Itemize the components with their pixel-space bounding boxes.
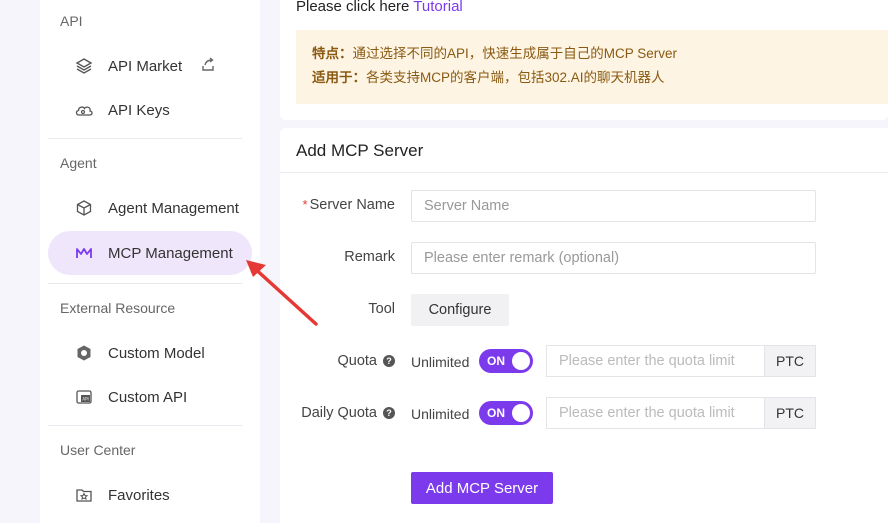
help-icon[interactable]: ? [383, 355, 395, 367]
section-title-agent: Agent [60, 155, 97, 171]
required-mark: * [302, 197, 308, 212]
notice-label: 适用于： [312, 70, 366, 85]
model-icon [74, 343, 94, 363]
api-icon: API [74, 387, 94, 407]
unlimited-label: Unlimited [411, 354, 470, 370]
layers-icon [74, 56, 94, 76]
sidebar-item-label: Custom Model [108, 344, 205, 362]
sidebar-item-label: Custom API [108, 388, 188, 406]
star-folder-icon [74, 485, 94, 505]
notice-text: 通过选择不同的API，快速生成属于自己的MCP Server [352, 46, 678, 61]
notice-label: 特点： [312, 46, 353, 61]
mcp-logo-icon [74, 243, 94, 263]
toggle-knob [512, 352, 530, 370]
daily-quota-unit: PTC [764, 397, 816, 429]
label-text: Daily Quota [301, 405, 377, 421]
daily-quota-input[interactable]: Please enter the quota limit [546, 397, 764, 429]
sidebar: API API Market API Keys Agent Agent Mana… [40, 0, 260, 523]
toggle-text: ON [487, 354, 505, 368]
quota-unit: PTC [764, 345, 816, 377]
share-icon[interactable] [200, 56, 216, 76]
form-title: Add MCP Server [296, 141, 424, 160]
sidebar-item-api-keys[interactable]: API Keys [48, 88, 252, 132]
divider [48, 138, 242, 139]
cube-icon [74, 198, 94, 218]
section-title-api: API [60, 13, 83, 29]
help-icon[interactable]: ? [383, 407, 395, 419]
label-text: Quota [337, 353, 378, 369]
section-title-user-center: User Center [60, 442, 136, 458]
notice-box: 特点：通过选择不同的API，快速生成属于自己的MCP Server 适用于：各类… [296, 30, 888, 104]
sidebar-item-agent-management[interactable]: Agent Management [48, 186, 252, 230]
remark-input[interactable]: Please enter remark (optional) [411, 242, 816, 274]
toggle-text: ON [487, 406, 505, 420]
quota-input[interactable]: Please enter the quota limit [546, 345, 764, 377]
divider [48, 283, 242, 284]
svg-text:API: API [82, 397, 88, 402]
sidebar-item-custom-model[interactable]: Custom Model [48, 331, 252, 375]
daily-quota-unlimited-toggle[interactable]: ON [479, 401, 533, 425]
section-title-external-resource: External Resource [60, 300, 176, 316]
quota-label: Quota? [280, 353, 395, 369]
server-name-label: * Server Name [280, 197, 395, 213]
server-name-input[interactable]: Server Name [411, 190, 816, 222]
sidebar-item-custom-api[interactable]: API Custom API [48, 375, 252, 419]
sidebar-item-label: API Keys [108, 101, 170, 119]
divider [280, 172, 888, 173]
annotation-arrow-icon [246, 260, 318, 326]
unlimited-label: Unlimited [411, 406, 470, 422]
sidebar-item-label: MCP Management [108, 244, 233, 262]
tutorial-hint: Please click here Tutorial [296, 0, 463, 15]
notice-line-applicable: 适用于：各类支持MCP的客户端，包括302.AI的聊天机器人 [312, 66, 872, 90]
add-mcp-server-button[interactable]: Add MCP Server [411, 472, 553, 504]
tutorial-prefix: Please click here [296, 0, 414, 15]
sidebar-item-mcp-management[interactable]: MCP Management [48, 231, 252, 275]
configure-button[interactable]: Configure [411, 294, 509, 326]
daily-quota-label: Daily Quota? [280, 405, 395, 421]
sidebar-item-label: API Market [108, 57, 183, 75]
info-panel: Please click here Tutorial 特点：通过选择不同的API… [280, 0, 888, 120]
sidebar-item-label: Agent Management [108, 199, 239, 217]
divider [48, 425, 242, 426]
sidebar-item-api-market[interactable]: API Market [48, 44, 252, 88]
sidebar-item-label: Favorites [108, 486, 170, 504]
add-mcp-form: Add MCP Server * Server Name Server Name … [280, 128, 888, 523]
label-text: Server Name [309, 197, 395, 213]
notice-line-features: 特点：通过选择不同的API，快速生成属于自己的MCP Server [312, 42, 872, 66]
tutorial-link[interactable]: Tutorial [413, 0, 462, 15]
sidebar-item-favorites[interactable]: Favorites [48, 473, 252, 517]
notice-text: 各类支持MCP的客户端，包括302.AI的聊天机器人 [366, 70, 665, 85]
quota-unlimited-toggle[interactable]: ON [479, 349, 533, 373]
toggle-knob [512, 404, 530, 422]
cloud-key-icon [74, 100, 94, 120]
